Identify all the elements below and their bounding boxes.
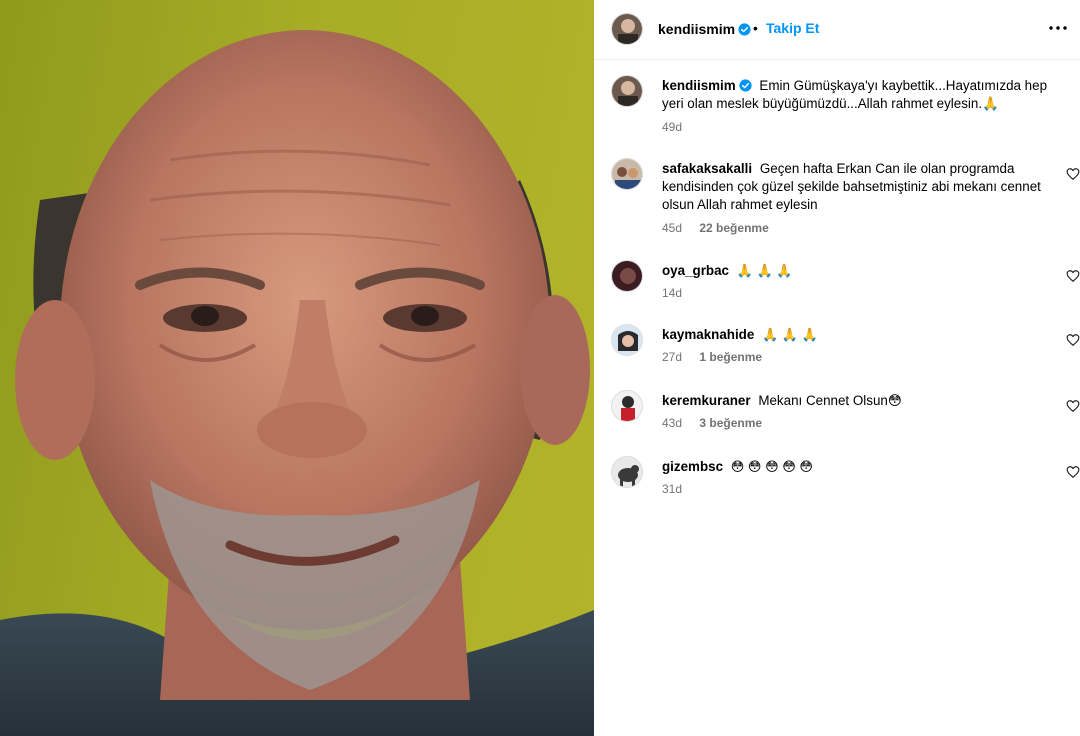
author-avatar[interactable] (611, 13, 643, 45)
separator-dot: • (753, 20, 758, 36)
comment-time[interactable]: 31d (662, 482, 682, 496)
commenter-avatar[interactable] (611, 158, 643, 190)
comment-username[interactable]: kaymaknahide (662, 327, 754, 342)
comment-username[interactable]: gizembsc (662, 459, 723, 474)
caption-time[interactable]: 49d (662, 120, 682, 134)
comment-time[interactable]: 27d (662, 350, 682, 364)
comment-meta: 45d 22 beğenme (662, 221, 783, 235)
comment-username[interactable]: safakaksakalli (662, 161, 752, 176)
comment-text: 🙏 🙏 🙏 (762, 327, 818, 342)
heart-outline-icon[interactable] (1066, 399, 1080, 413)
post-header: kendiismim • Takip Et (594, 0, 1080, 60)
follow-button[interactable]: Takip Et (766, 20, 819, 36)
portrait-illustration (0, 30, 594, 736)
commenter-avatar[interactable] (611, 390, 643, 422)
comment-text-block: oya_grbac 🙏 🙏 🙏 (662, 262, 1052, 280)
comment-item: kaymaknahide 🙏 🙏 🙏 27d 1 beğenme (594, 324, 1080, 368)
comment-time[interactable]: 14d (662, 286, 682, 300)
comment-username[interactable]: keremkuraner (662, 393, 751, 408)
comment-time[interactable]: 45d (662, 221, 682, 235)
post-caption: kendiismim Emin Gümüşkaya'yı kaybettik..… (594, 75, 1080, 145)
caption-meta: 49d (662, 120, 696, 134)
comment-item: oya_grbac 🙏 🙏 🙏 14d (594, 260, 1080, 304)
comment-meta: 43d 3 beğenme (662, 416, 776, 430)
comment-username[interactable]: oya_grbac (662, 263, 729, 278)
comment-meta: 31d (662, 482, 710, 496)
author-username[interactable]: kendiismim (658, 21, 751, 37)
commenter-avatar[interactable] (611, 324, 643, 356)
post-details-panel: kendiismim • Takip Et kendiismim Emin Gü… (594, 0, 1080, 736)
post-photo (0, 0, 594, 736)
comment-item: safakaksakalli Geçen hafta Erkan Can ile… (594, 158, 1080, 238)
comment-text: 😳 😳 😳 😳 😳 (730, 459, 813, 474)
heart-outline-icon[interactable] (1066, 465, 1080, 479)
comment-likes-count[interactable]: 3 beğenme (699, 416, 762, 430)
verified-badge-icon (739, 79, 752, 92)
comment-likes-count[interactable]: 1 beğenme (699, 350, 762, 364)
verified-badge-icon (738, 23, 751, 36)
caption-username[interactable]: kendiismim (662, 78, 752, 93)
heart-outline-icon[interactable] (1066, 269, 1080, 283)
more-options-icon[interactable] (1046, 16, 1070, 40)
commenter-avatar[interactable] (611, 260, 643, 292)
caption-author-avatar[interactable] (611, 75, 643, 107)
comment-text: Mekanı Cennet Olsun😳 (758, 393, 902, 408)
heart-outline-icon[interactable] (1066, 167, 1080, 181)
commenter-avatar[interactable] (611, 456, 643, 488)
comment-text-block: gizembsc 😳 😳 😳 😳 😳 (662, 458, 1052, 476)
comment-meta: 14d (662, 286, 710, 300)
comment-text-block: kaymaknahide 🙏 🙏 🙏 (662, 326, 1052, 344)
comment-text-block: safakaksakalli Geçen hafta Erkan Can ile… (662, 160, 1052, 214)
comment-text: 🙏 🙏 🙏 (736, 263, 793, 278)
comment-item: gizembsc 😳 😳 😳 😳 😳 31d (594, 456, 1080, 500)
comment-text-block: keremkuraner Mekanı Cennet Olsun😳 (662, 392, 1052, 410)
comment-meta: 27d 1 beğenme (662, 350, 776, 364)
caption-text-block: kendiismim Emin Gümüşkaya'yı kaybettik..… (662, 77, 1052, 113)
comment-likes-count[interactable]: 22 beğenme (699, 221, 768, 235)
comment-time[interactable]: 43d (662, 416, 682, 430)
comment-item: keremkuraner Mekanı Cennet Olsun😳 43d 3 … (594, 390, 1080, 434)
heart-outline-icon[interactable] (1066, 333, 1080, 347)
